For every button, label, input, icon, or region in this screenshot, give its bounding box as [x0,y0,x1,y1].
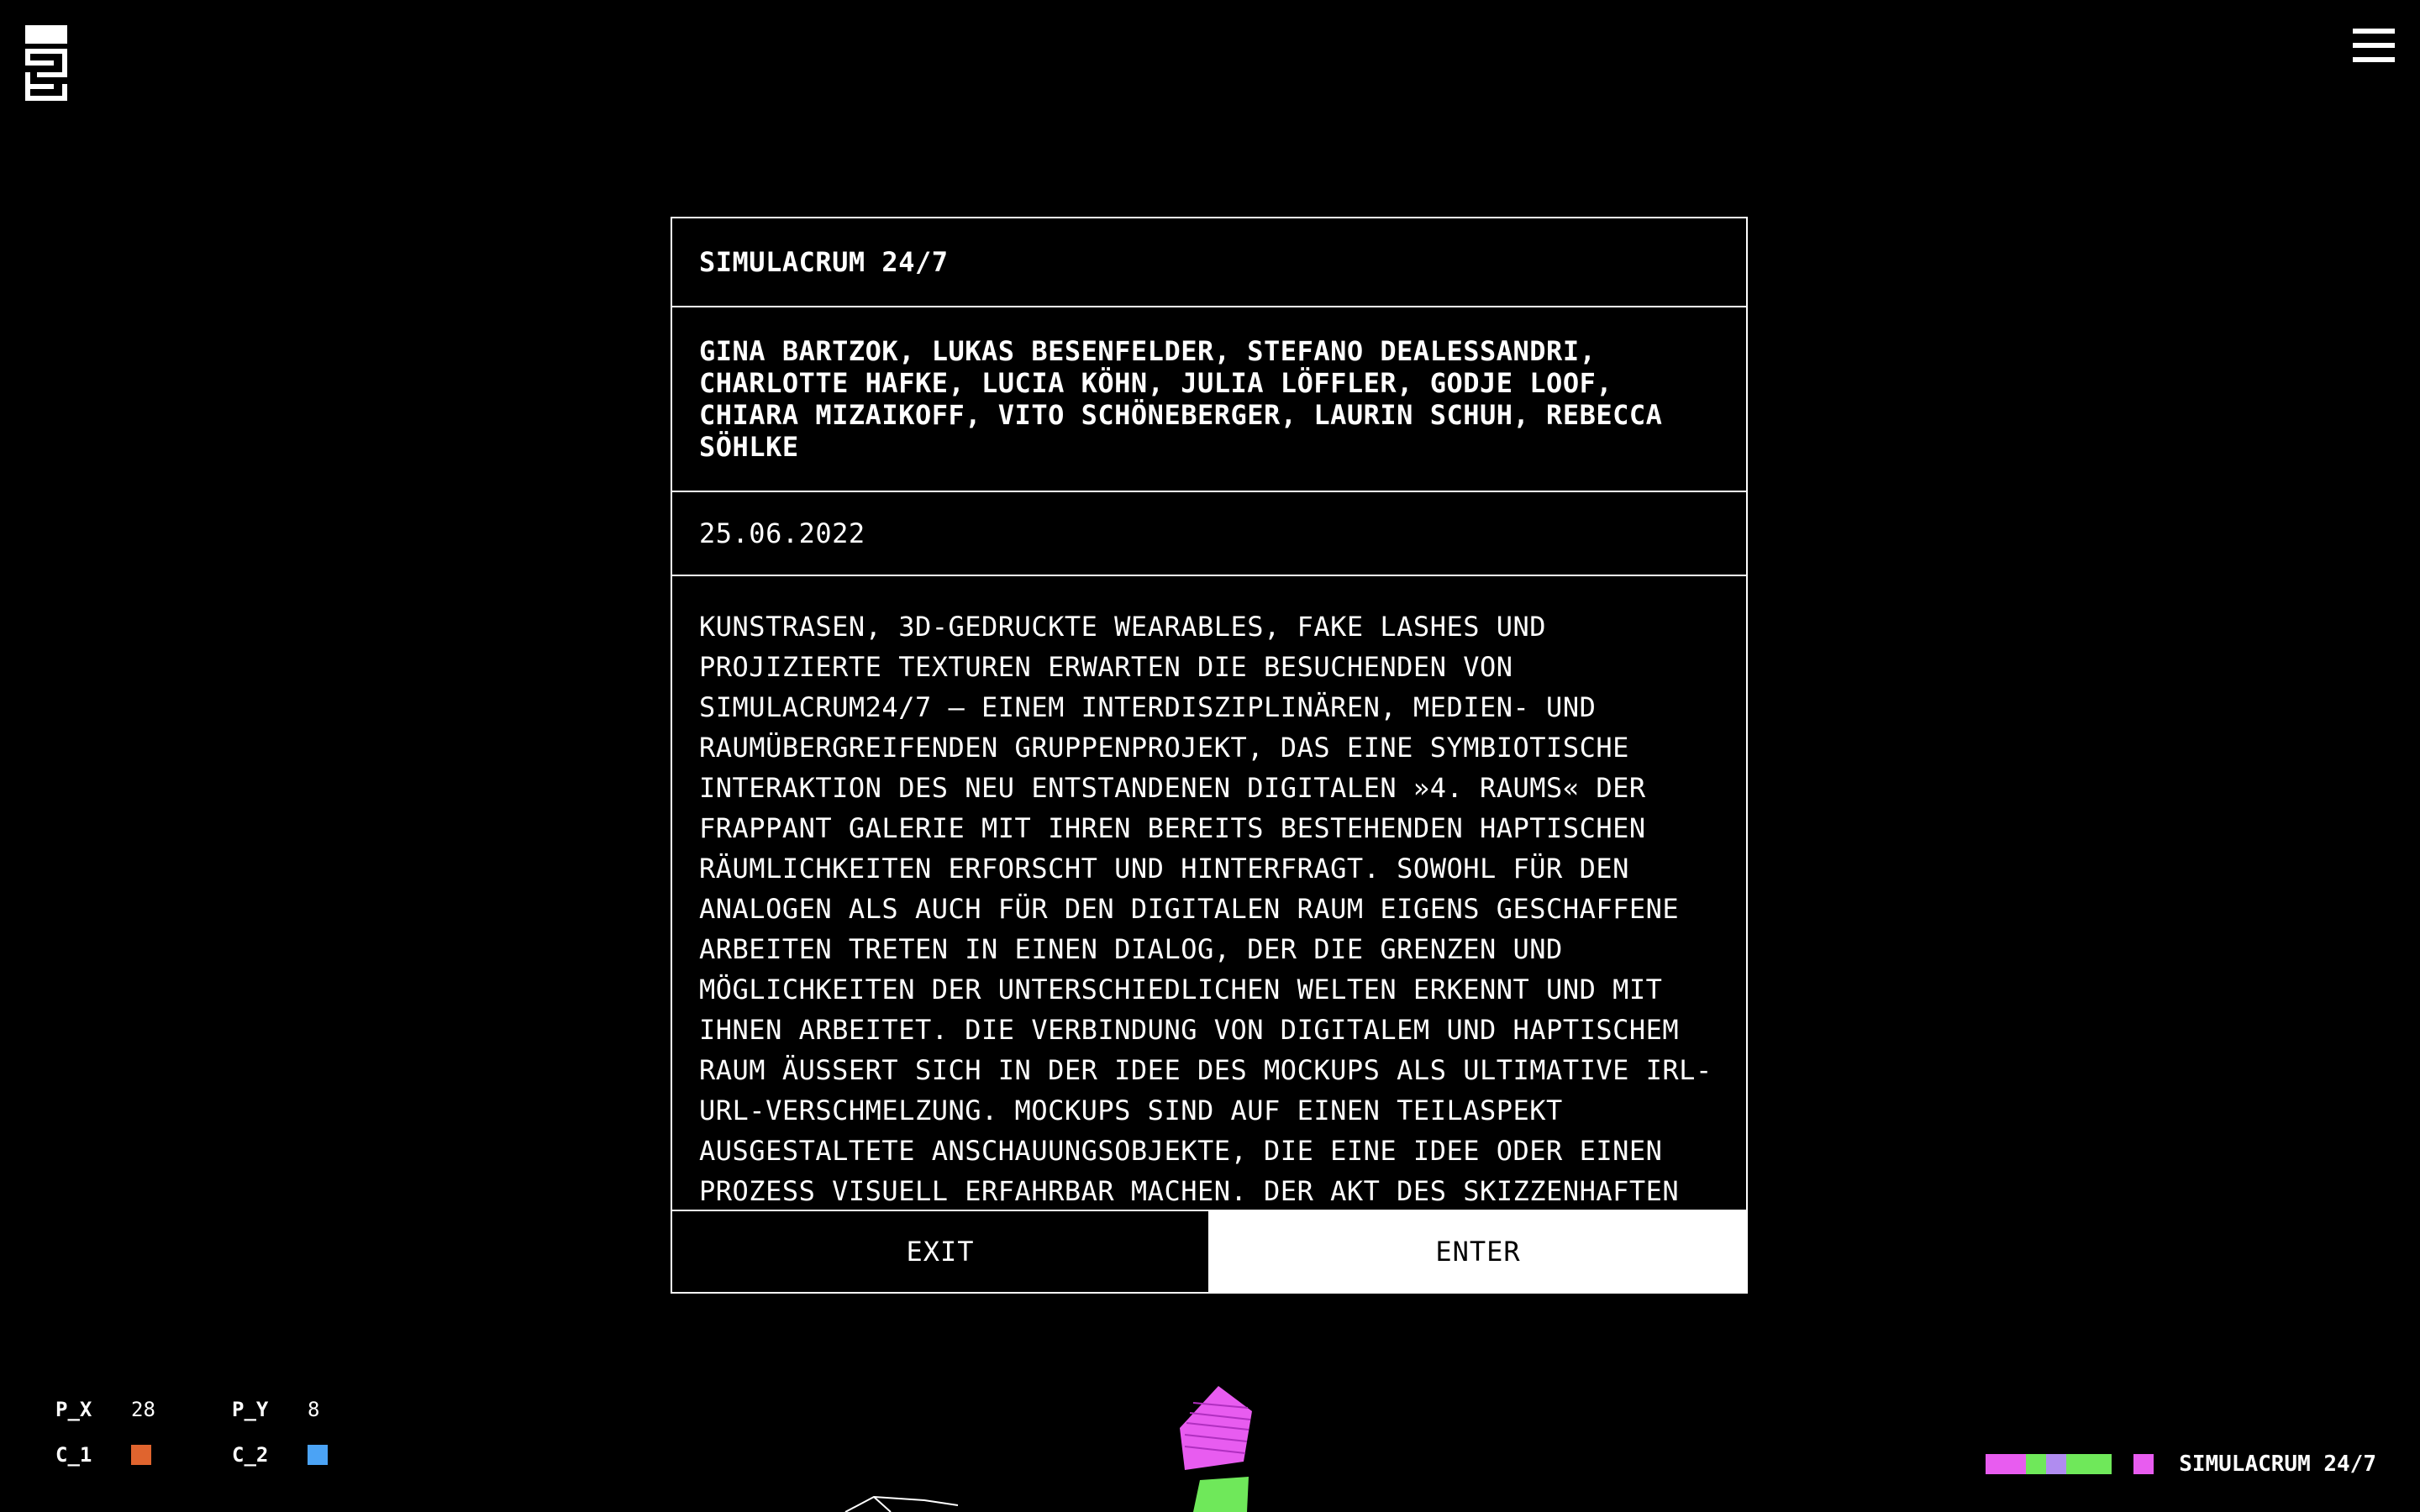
labyrinth-logo-icon[interactable] [25,25,67,101]
panel-actions: EXIT ENTER [672,1210,1746,1292]
status-indicator: SIMULACRUM 24/7 [1986,1452,2376,1477]
py-value: 8 [308,1398,320,1421]
artist-list: GINA BARTZOK, LUKAS BESENFELDER, STEFANO… [672,307,1746,492]
c1-color-swatch[interactable] [131,1445,151,1465]
exit-button[interactable]: EXIT [672,1211,1210,1292]
color-palette-bar [1986,1454,2112,1474]
c1-label: C_1 [55,1443,92,1467]
c2-color-swatch[interactable] [308,1445,328,1465]
hamburger-menu-icon[interactable] [2353,29,2395,64]
enter-button[interactable]: ENTER [1210,1211,1746,1292]
exhibition-title: SIMULACRUM 24/7 [672,218,1746,307]
exhibition-description[interactable]: KUNSTRASEN, 3D-GEDRUCKTE WEARABLES, FAKE… [672,576,1746,1215]
status-label: SIMULACRUM 24/7 [2179,1452,2376,1477]
px-value: 28 [131,1398,155,1421]
px-label: P_X [55,1398,92,1421]
exhibition-info-panel: SIMULACRUM 24/7 GINA BARTZOK, LUKAS BESE… [671,217,1748,1294]
scene-3d-canvas[interactable] [823,1378,1344,1512]
exhibition-date: 25.06.2022 [672,492,1746,576]
green-block [1193,1477,1249,1512]
py-label: P_Y [232,1398,269,1421]
c2-label: C_2 [232,1443,269,1467]
active-color-marker [2133,1454,2154,1474]
wireframe-platform [844,1495,959,1512]
pink-stepped-pyramid [1180,1386,1252,1470]
